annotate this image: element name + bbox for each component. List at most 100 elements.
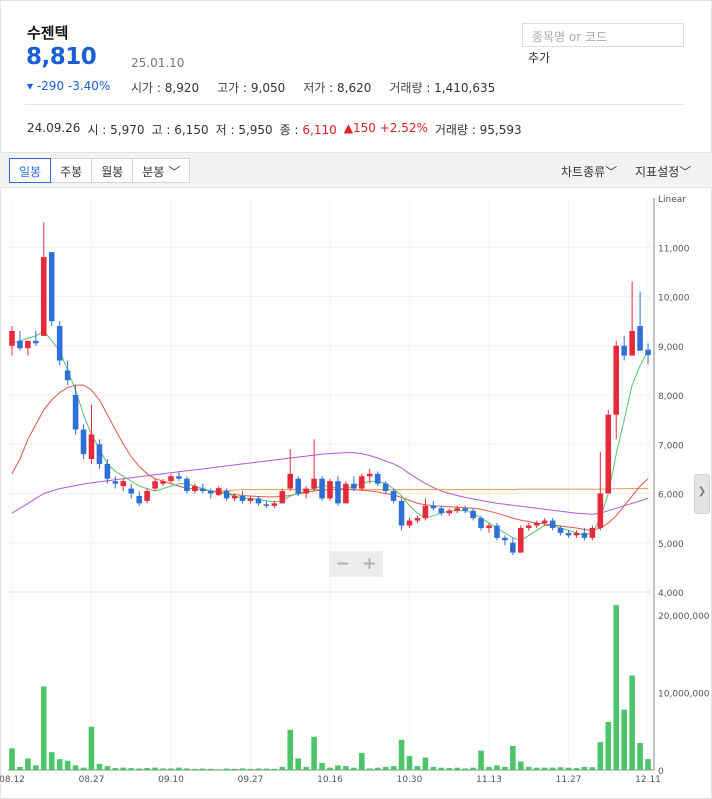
price-tick-label: 10,000: [658, 294, 690, 304]
volume-bar: [96, 763, 103, 770]
volume-bar: [470, 767, 476, 770]
candle-body: [398, 500, 405, 526]
volume-bar: [525, 766, 532, 770]
candle-body: [502, 537, 508, 541]
candle-body: [311, 478, 317, 489]
candle-body: [192, 486, 198, 492]
volume-bar: [184, 768, 190, 770]
candle-body: [176, 476, 182, 479]
indicator-dropdown[interactable]: 지표설정﹀: [635, 163, 691, 180]
volume-bar: [319, 763, 325, 770]
add-button[interactable]: 추가: [528, 49, 550, 66]
volume-bar: [335, 765, 341, 770]
tab-daily[interactable]: 일봉: [9, 158, 52, 183]
hover-close: 종 : 6,110: [279, 123, 337, 137]
candle-body: [128, 488, 135, 494]
candle-body: [335, 481, 341, 504]
chevron-down-icon: ﹀: [605, 165, 618, 179]
volume-bar: [56, 759, 63, 770]
zoom-out-button[interactable]: −: [329, 551, 356, 577]
candle-body: [613, 345, 620, 415]
volume-bar: [25, 758, 31, 770]
tab-minute[interactable]: 분봉 ﹀: [133, 158, 191, 183]
volume-bar: [239, 768, 246, 770]
zoom-in-button[interactable]: +: [356, 551, 383, 577]
chevron-down-icon: ﹀: [679, 165, 692, 179]
price-tick-label: 11,000: [658, 244, 690, 254]
time-tick-label: 10.16: [317, 775, 343, 785]
volume-bar: [533, 767, 540, 770]
volume-tick-label: 20,000,000: [658, 612, 710, 622]
candle-body: [96, 444, 103, 464]
candle-body: [589, 527, 596, 538]
candle-body: [144, 491, 150, 501]
scale-label: Linear: [658, 195, 686, 205]
current-price: 8,810: [26, 44, 97, 70]
side-panel-handle[interactable]: ❯: [694, 474, 710, 514]
volume-bar: [64, 760, 71, 770]
candle-body: [255, 498, 262, 504]
candle-body: [263, 504, 270, 506]
tab-weekly[interactable]: 주봉: [51, 158, 93, 183]
candle-body: [17, 340, 23, 349]
volume-bar: [17, 766, 23, 770]
volume-tick-label: 10,000,000: [658, 690, 710, 700]
volume-bar: [486, 766, 492, 770]
candle-body: [374, 473, 381, 484]
volume-bar: [48, 752, 55, 770]
candle-body: [72, 395, 79, 430]
time-tick-label: 11.13: [476, 775, 502, 785]
candle-body: [215, 488, 222, 495]
tab-monthly[interactable]: 월봉: [92, 158, 134, 183]
volume-tick-label: 0: [658, 767, 664, 777]
volume-bar: [287, 729, 294, 770]
candle-body: [112, 481, 119, 484]
hover-candle-info: 24.09.26 시 : 5,970 고 : 6,150 저 : 5,950 종…: [27, 121, 522, 138]
candle-body: [359, 476, 365, 489]
volume-bar: [223, 768, 230, 770]
volume-bar: [374, 767, 381, 770]
candle-body: [48, 252, 55, 322]
candle-body: [223, 491, 230, 499]
header-divider: [25, 104, 684, 105]
candle-body: [541, 520, 548, 524]
volume-bar: [279, 766, 286, 770]
candle-body: [454, 508, 460, 511]
candle-body: [168, 476, 174, 482]
candlestick-chart[interactable]: 4,000 5,000 6,000 7,000 8,000 9,000 10,000 11,0…: [0, 188, 712, 788]
volume-bar: [120, 767, 127, 770]
candle-body: [366, 473, 373, 477]
price-tick-label: 5,000: [658, 540, 684, 550]
stock-name: 수젠텍: [27, 24, 69, 42]
time-tick-label: 08.12: [0, 775, 25, 785]
stat-low: 저가 : 8,620: [303, 81, 372, 95]
candle-body: [120, 481, 127, 487]
candle-body: [319, 478, 325, 499]
volume-bar: [366, 768, 373, 770]
volume-bar: [454, 767, 460, 770]
candle-body: [605, 414, 612, 494]
price-change: ▾ -290 -3.40%: [27, 79, 111, 93]
stock-search-input[interactable]: 종목명 or 코드: [522, 23, 684, 47]
volume-bar: [502, 766, 508, 770]
volume-bar: [33, 765, 39, 770]
time-tick-label: 09.10: [158, 775, 184, 785]
stat-volume: 거래량 : 1,410,635: [389, 81, 496, 95]
candle-body: [518, 527, 524, 553]
volume-bar: [518, 761, 524, 770]
candle-body: [271, 503, 278, 506]
chart-type-dropdown[interactable]: 차트종류﹀: [561, 163, 617, 180]
stat-high: 고가 : 9,050: [217, 81, 286, 95]
volume-bar: [549, 767, 556, 770]
volume-bar: [160, 768, 166, 770]
volume-bar: [9, 748, 15, 770]
volume-bar: [510, 746, 516, 770]
candle-body: [637, 326, 643, 351]
price-tick-label: 9,000: [658, 343, 684, 353]
volume-bar: [478, 750, 484, 770]
ma60-line: [218, 488, 648, 492]
candle-body: [25, 340, 31, 349]
price-tick-label: 7,000: [658, 441, 684, 451]
price-tick-label: 8,000: [658, 392, 684, 402]
volume-bar: [573, 768, 580, 770]
